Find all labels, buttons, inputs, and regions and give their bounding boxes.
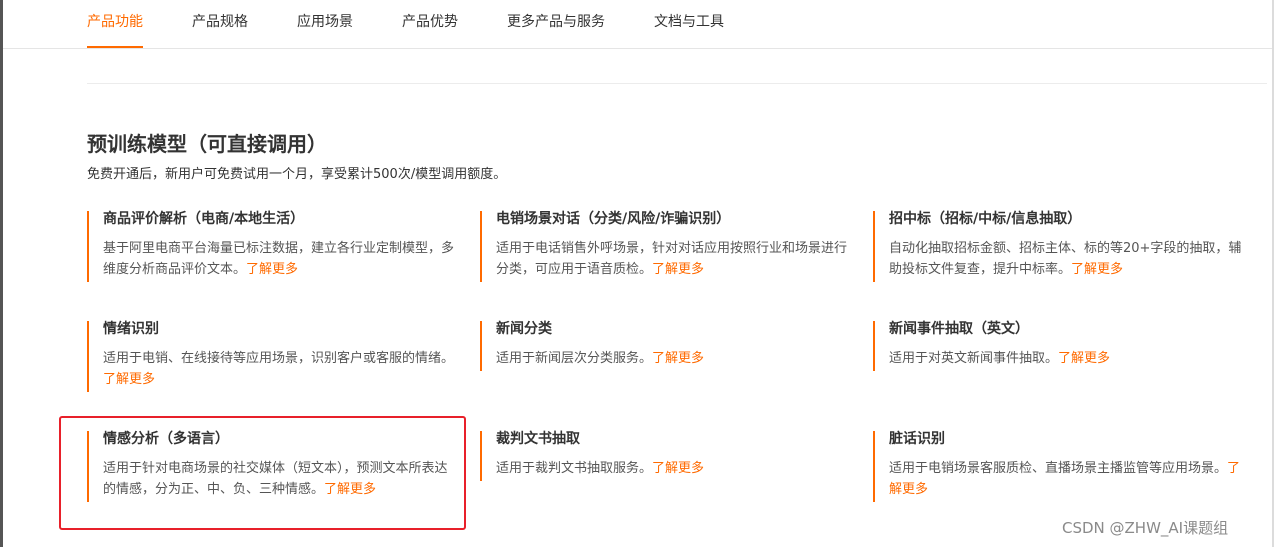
feature-card: 情绪识别 适用于电销、在线接待等应用场景，识别客户或客服的情绪。了解更多 — [87, 321, 457, 392]
card-title: 裁判文书抽取 — [496, 431, 580, 447]
card-title: 商品评价解析（电商/本地生活） — [103, 211, 305, 227]
feature-card: 裁判文书抽取 适用于裁判文书抽取服务。了解更多 — [480, 431, 850, 481]
tab-docs-tools[interactable]: 文档与工具 — [654, 0, 724, 48]
highlight-box — [59, 416, 466, 530]
card-title: 新闻事件抽取（英文） — [889, 321, 1029, 337]
tab-specs[interactable]: 产品规格 — [192, 0, 248, 48]
card-description: 适用于电销、在线接待等应用场景，识别客户或客服的情绪。了解更多 — [103, 351, 455, 387]
learn-more-link[interactable]: 了解更多 — [652, 351, 704, 366]
window-left-edge — [0, 0, 3, 547]
feature-card: 脏话识别 适用于电销场景客服质检、直播场景主播监管等应用场景。了解更多 — [873, 431, 1243, 502]
card-title: 情绪识别 — [103, 321, 159, 337]
card-title: 新闻分类 — [496, 321, 552, 337]
card-description: 基于阿里电商平台海量已标注数据，建立各行业定制模型，多维度分析商品评价文本。了解… — [103, 241, 455, 277]
card-description: 自动化抽取招标金额、招标主体、标的等20+字段的抽取，辅助投标文件复查，提升中标… — [889, 241, 1242, 277]
card-description: 适用于电销场景客服质检、直播场景主播监管等应用场景。了解更多 — [889, 461, 1241, 497]
feature-card: 商品评价解析（电商/本地生活） 基于阿里电商平台海量已标注数据，建立各行业定制模… — [87, 211, 457, 282]
feature-card: 新闻事件抽取（英文） 适用于对英文新闻事件抽取。了解更多 — [873, 321, 1243, 371]
watermark: CSDN @ZHW_AI课题组 — [1062, 519, 1229, 537]
tab-features[interactable]: 产品功能 — [87, 0, 143, 48]
card-title: 电销场景对话（分类/风险/诈骗识别） — [496, 211, 731, 227]
tab-more-products[interactable]: 更多产品与服务 — [507, 0, 605, 48]
feature-card: 新闻分类 适用于新闻层次分类服务。了解更多 — [480, 321, 850, 371]
tab-advantages[interactable]: 产品优势 — [402, 0, 458, 48]
card-description: 适用于电话销售外呼场景，针对对话应用按照行业和场景进行分类，可应用于语音质检。了… — [496, 241, 848, 277]
tab-scenarios[interactable]: 应用场景 — [297, 0, 353, 48]
learn-more-link[interactable]: 了解更多 — [246, 262, 298, 277]
learn-more-link[interactable]: 了解更多 — [103, 372, 155, 387]
card-description: 适用于对英文新闻事件抽取。了解更多 — [889, 351, 1111, 366]
card-description: 适用于新闻层次分类服务。了解更多 — [496, 351, 705, 366]
learn-more-link[interactable]: 了解更多 — [1071, 262, 1123, 277]
section-title: 预训练模型（可直接调用） — [87, 132, 327, 156]
product-tabs: 产品功能 产品规格 应用场景 产品优势 更多产品与服务 文档与工具 — [87, 0, 773, 48]
tabs-bottom-border — [3, 48, 1272, 49]
learn-more-link[interactable]: 了解更多 — [652, 262, 704, 277]
section-divider — [87, 83, 1267, 84]
card-title: 招中标（招标/中标/信息抽取） — [889, 211, 1082, 227]
feature-card: 电销场景对话（分类/风险/诈骗识别） 适用于电话销售外呼场景，针对对话应用按照行… — [480, 211, 850, 282]
feature-card: 招中标（招标/中标/信息抽取） 自动化抽取招标金额、招标主体、标的等20+字段的… — [873, 211, 1243, 282]
card-description: 适用于裁判文书抽取服务。了解更多 — [496, 461, 705, 476]
learn-more-link[interactable]: 了解更多 — [1058, 351, 1110, 366]
learn-more-link[interactable]: 了解更多 — [652, 461, 704, 476]
card-title: 脏话识别 — [889, 431, 945, 447]
section-description: 免费开通后，新用户可免费试用一个月，享受累计500次/模型调用额度。 — [87, 167, 507, 182]
